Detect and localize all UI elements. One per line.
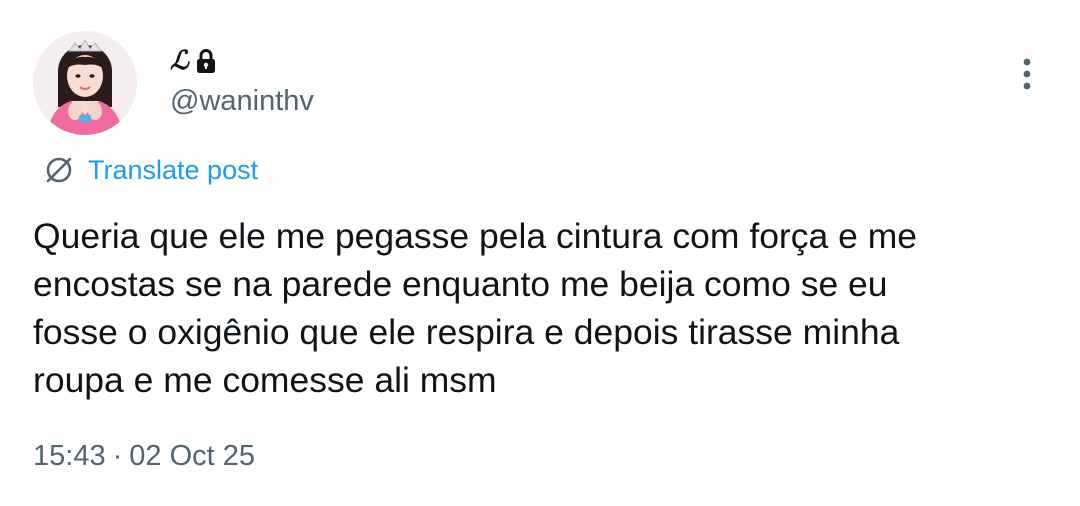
- display-name[interactable]: ℒ: [170, 44, 217, 78]
- avatar[interactable]: [33, 31, 137, 135]
- display-name-text: ℒ: [170, 46, 189, 76]
- post-time[interactable]: 15:43: [33, 436, 106, 476]
- post-date[interactable]: 02 Oct 25: [129, 436, 255, 476]
- post-text: Queria que ele me pegasse pela cintura c…: [33, 216, 918, 400]
- more-options-icon[interactable]: [1014, 55, 1040, 95]
- translate-globe-icon: [46, 157, 72, 183]
- author-handle[interactable]: @waninthv: [170, 83, 314, 119]
- translate-post-label: Translate post: [88, 155, 259, 185]
- lock-icon: [196, 49, 215, 73]
- post-meta: 15:43 · 02 Oct 25: [33, 436, 255, 476]
- translate-post-button[interactable]: Translate post: [44, 152, 258, 188]
- avatar-image: [33, 31, 137, 135]
- meta-separator: ·: [112, 440, 123, 472]
- tweet-card: ℒ @waninthv Translate post Queria que el…: [0, 0, 1080, 506]
